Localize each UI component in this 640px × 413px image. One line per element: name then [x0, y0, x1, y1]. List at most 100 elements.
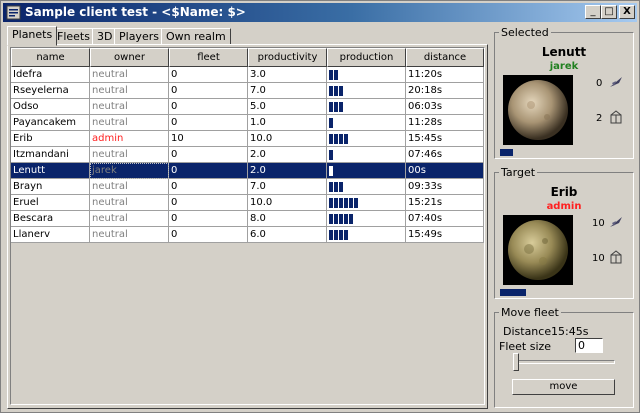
cell-owner: admin [90, 131, 169, 147]
production-bar-segment [334, 230, 338, 240]
selected-defense-count: 2 [596, 113, 603, 124]
production-bar-segment [349, 214, 353, 224]
cell-production [327, 83, 406, 99]
col-header-production[interactable]: production [327, 48, 406, 67]
tab-own-realm[interactable]: Own realm [161, 28, 231, 45]
cell-productivity: 2.0 [248, 147, 327, 163]
table-row[interactable]: Odso neutral 0 5.0 06:03s [11, 99, 484, 115]
table-row[interactable]: Erib admin 10 10.0 15:45s [11, 131, 484, 147]
production-bar-segment [334, 198, 338, 208]
col-header-owner[interactable]: owner [90, 48, 169, 67]
cell-fleet: 0 [169, 83, 248, 99]
cell-owner: neutral [90, 179, 169, 195]
col-header-distance[interactable]: distance [406, 48, 484, 67]
cell-owner: neutral [90, 195, 169, 211]
cell-owner: jarek [90, 163, 169, 179]
cell-fleet: 0 [169, 147, 248, 163]
distance-value: 15:45s [551, 325, 589, 338]
planets-panel: name owner fleet productivity production… [7, 44, 488, 409]
production-bar-segment [329, 150, 333, 160]
cell-distance: 15:49s [406, 227, 484, 243]
cell-name: Eruel [11, 195, 90, 211]
cell-fleet: 0 [169, 211, 248, 227]
maximize-icon: □ [604, 6, 614, 17]
cell-production [327, 115, 406, 131]
production-bar-segment [329, 230, 333, 240]
move-button[interactable]: move [512, 379, 615, 395]
selected-legend: Selected [499, 26, 551, 39]
production-bar-segment [334, 214, 338, 224]
fleet-size-input[interactable]: 0 [575, 338, 603, 353]
cell-productivity: 2.0 [248, 163, 327, 179]
cell-distance: 15:45s [406, 131, 484, 147]
target-legend: Target [499, 166, 538, 179]
production-bar [329, 86, 344, 96]
app-window: Sample client test - <$Name: $> _ □ X Pl… [0, 0, 640, 413]
cell-fleet: 0 [169, 99, 248, 115]
table-row[interactable]: Brayn neutral 0 7.0 09:33s [11, 179, 484, 195]
production-bar-segment [329, 70, 333, 80]
table-row[interactable]: Bescara neutral 0 8.0 07:40s [11, 211, 484, 227]
tab-planets[interactable]: Planets [7, 26, 58, 46]
table-row[interactable]: Lenutt jarek 0 2.0 00s [11, 163, 484, 179]
cell-name: Llanerv [11, 227, 90, 243]
cell-name: Payancakem [11, 115, 90, 131]
cell-owner: neutral [90, 67, 169, 83]
cell-name: Itzmandani [11, 147, 90, 163]
cell-name: Odso [11, 99, 90, 115]
fleet-size-label: Fleet size [499, 340, 552, 353]
selected-production-bar [500, 149, 513, 156]
selected-planet-owner: jarek [549, 61, 579, 72]
production-bar [329, 182, 344, 192]
cell-owner: neutral [90, 99, 169, 115]
production-bar-segment [334, 102, 338, 112]
cell-owner: neutral [90, 227, 169, 243]
planets-table[interactable]: name owner fleet productivity production… [10, 47, 485, 405]
col-header-productivity[interactable]: productivity [248, 48, 327, 67]
production-bar [329, 118, 334, 128]
target-planet-owner: admin [546, 201, 582, 212]
table-row[interactable]: Itzmandani neutral 0 2.0 07:46s [11, 147, 484, 163]
production-bar-segment [339, 182, 343, 192]
production-bar [329, 134, 349, 144]
production-bar-segment [329, 134, 333, 144]
table-row[interactable]: Idefra neutral 0 3.0 11:20s [11, 67, 484, 83]
close-button[interactable]: X [619, 5, 635, 19]
fleet-size-slider-thumb[interactable] [513, 353, 519, 371]
title-bar[interactable]: Sample client test - <$Name: $> _ □ X [3, 3, 637, 22]
table-row[interactable]: Llanerv neutral 0 6.0 15:49s [11, 227, 484, 243]
cell-productivity: 7.0 [248, 83, 327, 99]
tab-fleets[interactable]: Fleets [52, 28, 95, 45]
production-bar-segment [339, 86, 343, 96]
spaceship-icon [610, 77, 622, 87]
production-bar-segment [329, 102, 333, 112]
production-bar-segment [329, 166, 333, 176]
fleet-size-slider-track[interactable] [513, 360, 615, 364]
cell-productivity: 8.0 [248, 211, 327, 227]
selected-planet-image [503, 75, 573, 145]
selected-ships-count: 0 [596, 78, 603, 89]
window-title: Sample client test - <$Name: $> [25, 5, 246, 19]
cell-fleet: 0 [169, 163, 248, 179]
production-bar-segment [354, 198, 358, 208]
cell-distance: 11:28s [406, 115, 484, 131]
maximize-button[interactable]: □ [601, 5, 617, 19]
minimize-button[interactable]: _ [585, 5, 601, 19]
table-row[interactable]: Payancakem neutral 0 1.0 11:28s [11, 115, 484, 131]
cell-fleet: 0 [169, 115, 248, 131]
cell-distance: 07:40s [406, 211, 484, 227]
cell-owner: neutral [90, 115, 169, 131]
production-bar [329, 230, 349, 240]
cell-fleet: 10 [169, 131, 248, 147]
table-row[interactable]: Eruel neutral 0 10.0 15:21s [11, 195, 484, 211]
tab-players[interactable]: Players [114, 28, 164, 45]
col-header-name[interactable]: name [11, 48, 90, 67]
target-group: Target Erib admin 10 10 [494, 166, 634, 299]
cell-productivity: 10.0 [248, 195, 327, 211]
col-header-fleet[interactable]: fleet [169, 48, 248, 67]
target-defense-count: 10 [592, 253, 605, 264]
table-row[interactable]: Rseyelerna neutral 0 7.0 20:18s [11, 83, 484, 99]
production-bar-segment [339, 230, 343, 240]
production-bar [329, 198, 359, 208]
cell-distance: 06:03s [406, 99, 484, 115]
